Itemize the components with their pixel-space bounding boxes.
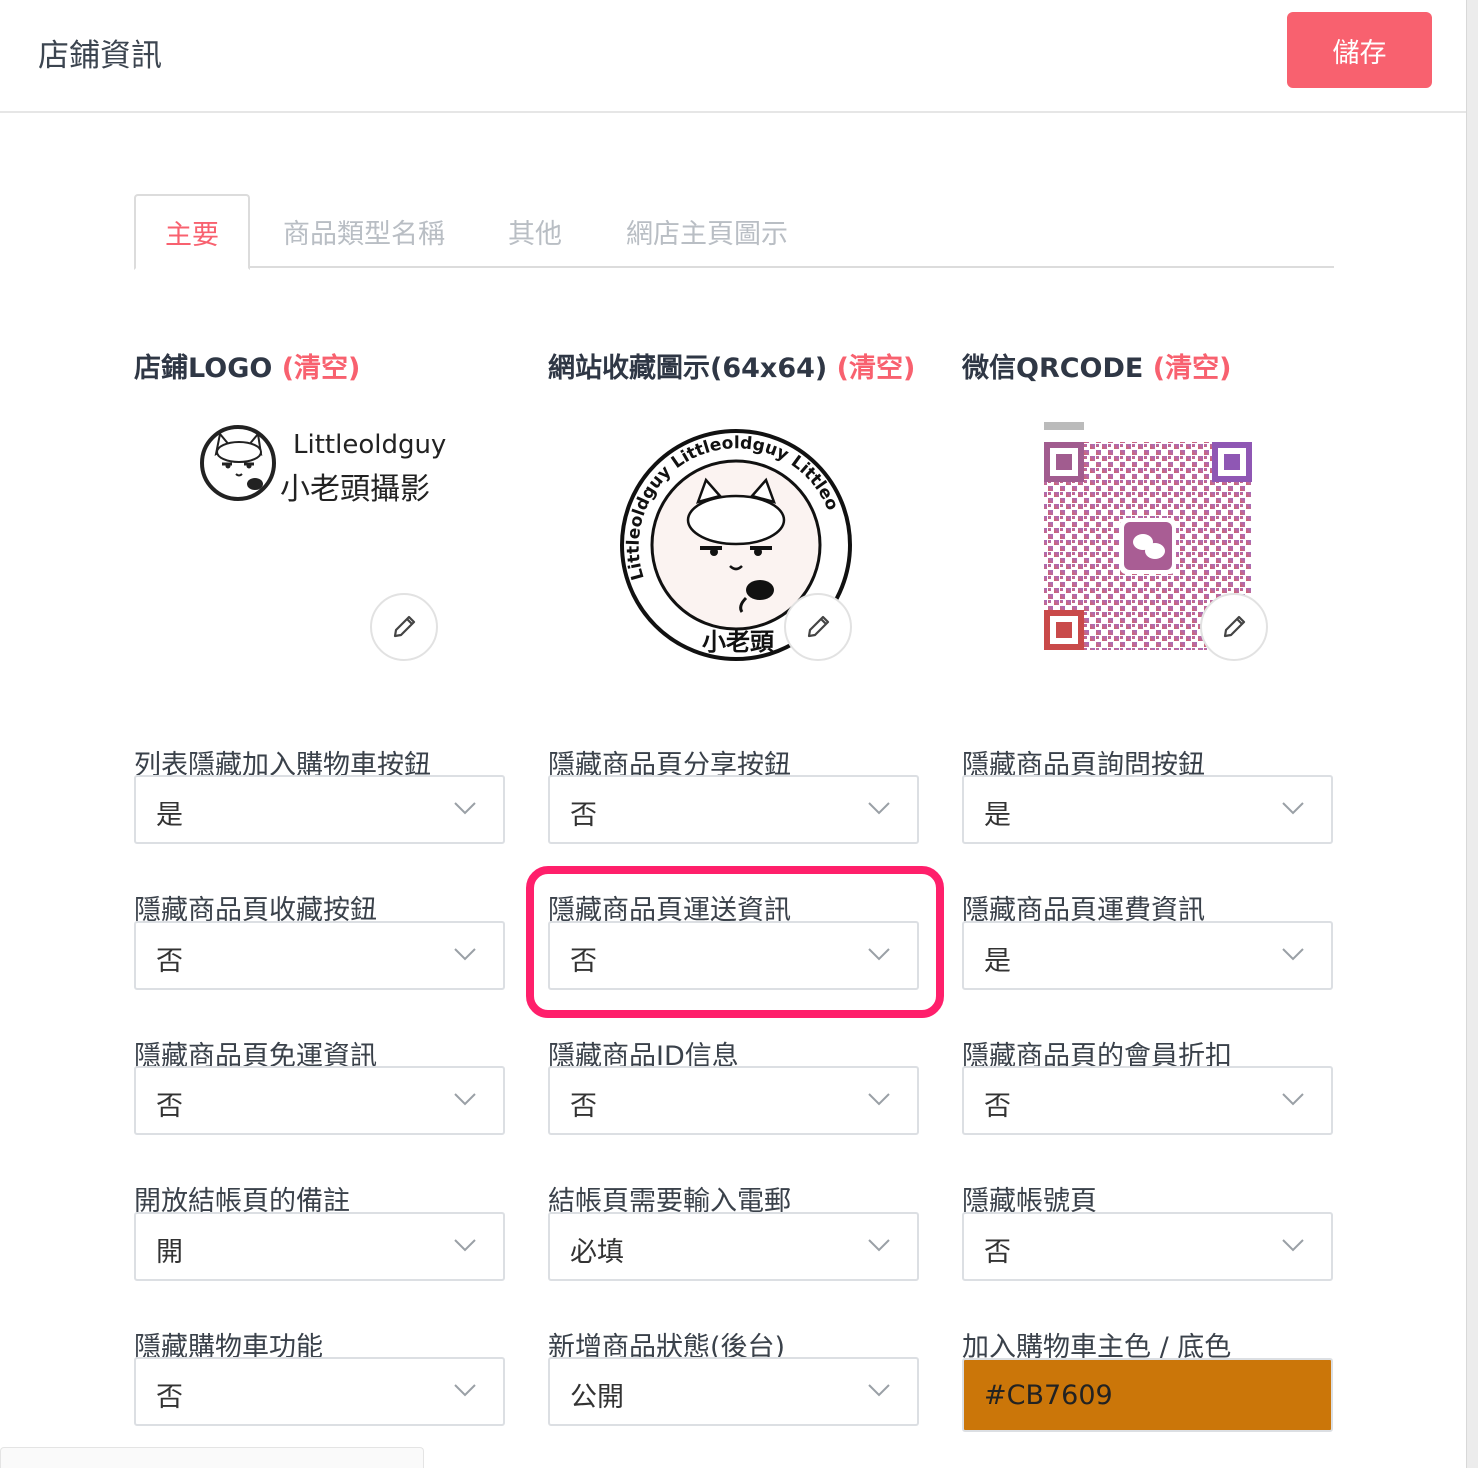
pencil-icon (1223, 615, 1246, 638)
chevron-down-icon (1282, 1239, 1304, 1252)
checkout-notes-select[interactable]: 開 (134, 1212, 505, 1281)
hide-product-share-select[interactable]: 否 (548, 775, 919, 844)
logo-brand-en: Littleoldguy (293, 430, 447, 460)
logo-label-text: 店鋪LOGO (134, 353, 273, 384)
hide-product-member-discount-select[interactable]: 否 (962, 1066, 1333, 1135)
bottom-panel-edge (0, 1447, 424, 1468)
chevron-down-icon (1282, 948, 1304, 961)
chevron-down-icon (868, 802, 890, 815)
chevron-down-icon (868, 1239, 890, 1252)
new-product-status-select[interactable]: 公開 (548, 1357, 919, 1426)
qrcode-clear-link[interactable]: (清空) (1153, 353, 1232, 384)
checkout-email-required-value: 必填 (570, 1237, 624, 1268)
checkout-notes-value: 開 (156, 1237, 183, 1268)
save-button[interactable]: 儲存 (1287, 12, 1432, 88)
chevron-down-icon (454, 802, 476, 815)
tab-product-type-names[interactable]: 商品類型名稱 (274, 194, 454, 268)
chevron-down-icon (868, 1384, 890, 1397)
chevron-down-icon (868, 948, 890, 961)
hide-product-free-shipping-value: 否 (156, 1091, 183, 1122)
hide-product-member-discount-value: 否 (984, 1091, 1011, 1122)
tab-bar: 主要 商品類型名稱 其他 網店主頁圖示 (134, 194, 1334, 270)
logo-label: 店鋪LOGO (清空) (134, 346, 360, 385)
favicon-edit-button[interactable] (784, 593, 852, 661)
hide-product-id-value: 否 (570, 1091, 597, 1122)
hide-product-shipping-info-value: 否 (570, 946, 597, 977)
header-bar: 店鋪資訊 儲存 (0, 0, 1466, 113)
chevron-down-icon (454, 1093, 476, 1106)
list-hide-add-to-cart-value: 是 (156, 800, 183, 831)
checkout-email-required-select[interactable]: 必填 (548, 1212, 919, 1281)
logo-brand-zh: 小老頭攝影 (280, 472, 430, 507)
pencil-icon (393, 615, 416, 638)
tab-other[interactable]: 其他 (494, 194, 576, 268)
hide-product-inquiry-select[interactable]: 是 (962, 775, 1333, 844)
qrcode-label: 微信QRCODE (清空) (962, 346, 1231, 385)
chevron-down-icon (454, 948, 476, 961)
page-title: 店鋪資訊 (38, 38, 162, 74)
favicon-seal-text: 小老頭 (702, 627, 775, 656)
tab-shop-homepage-icons[interactable]: 網店主頁圖示 (614, 194, 800, 268)
chevron-down-icon (868, 1093, 890, 1106)
new-product-status-value: 公開 (570, 1382, 624, 1413)
hide-product-shipping-fee-value: 是 (984, 946, 1011, 977)
chevron-down-icon (1282, 802, 1304, 815)
hide-product-free-shipping-select[interactable]: 否 (134, 1066, 505, 1135)
favicon-label-text: 網站收藏圖示(64x64) (548, 353, 828, 384)
logo-clear-link[interactable]: (清空) (282, 353, 361, 384)
hide-cart-feature-select[interactable]: 否 (134, 1357, 505, 1426)
list-hide-add-to-cart-select[interactable]: 是 (134, 775, 505, 844)
qrcode-label-text: 微信QRCODE (962, 353, 1144, 384)
cart-color-input[interactable]: #CB7609 (962, 1358, 1333, 1432)
favicon-label: 網站收藏圖示(64x64) (清空) (548, 346, 915, 385)
scrollbar-track[interactable] (1466, 0, 1478, 1468)
chevron-down-icon (454, 1239, 476, 1252)
chevron-down-icon (1282, 1093, 1304, 1106)
hide-product-favorite-value: 否 (156, 946, 183, 977)
hide-account-page-value: 否 (984, 1237, 1011, 1268)
qrcode-edit-button[interactable] (1200, 593, 1268, 661)
chevron-down-icon (454, 1384, 476, 1397)
hide-product-shipping-info-select[interactable]: 否 (548, 921, 919, 990)
hide-account-page-select[interactable]: 否 (962, 1212, 1333, 1281)
pencil-icon (807, 615, 830, 638)
hide-product-share-value: 否 (570, 800, 597, 831)
logo-edit-button[interactable] (370, 593, 438, 661)
favicon-clear-link[interactable]: (清空) (837, 353, 916, 384)
hide-product-inquiry-value: 是 (984, 800, 1011, 831)
cart-color-value: #CB7609 (984, 1380, 1113, 1411)
tab-main[interactable]: 主要 (134, 194, 250, 270)
hide-product-shipping-fee-select[interactable]: 是 (962, 921, 1333, 990)
hide-cart-feature-value: 否 (156, 1382, 183, 1413)
hide-product-id-select[interactable]: 否 (548, 1066, 919, 1135)
hide-product-favorite-select[interactable]: 否 (134, 921, 505, 990)
